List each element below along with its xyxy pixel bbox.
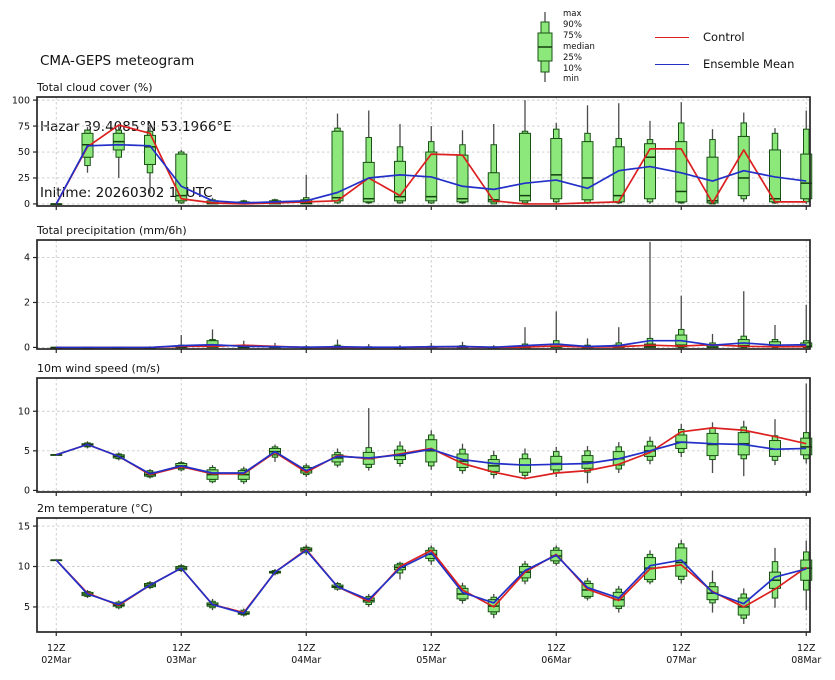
x-axis-labels: 12Z02Mar12Z03Mar12Z04Mar12Z05Mar12Z06Mar…	[41, 643, 821, 666]
x-tick-hour: 12Z	[297, 643, 316, 654]
box	[741, 455, 747, 459]
box	[741, 123, 747, 136]
box	[647, 140, 653, 144]
panel-precipitation: Total precipitation (mm/6h) 0 2 4	[24, 224, 812, 354]
x-tick-day: 06Mar	[541, 655, 571, 666]
x-tick-day: 05Mar	[416, 655, 446, 666]
y-tick-label: 25	[18, 173, 30, 184]
x-tick-day: 03Mar	[166, 655, 196, 666]
box	[710, 140, 716, 158]
y-tick-label: 75	[18, 121, 30, 132]
box	[554, 129, 560, 138]
y-tick-label: 15	[18, 521, 30, 532]
box	[679, 544, 685, 548]
box	[85, 157, 91, 165]
box	[804, 552, 810, 560]
box	[804, 433, 810, 439]
box	[147, 164, 153, 172]
box	[613, 147, 624, 202]
box	[804, 129, 810, 154]
box	[488, 173, 499, 202]
box	[741, 336, 747, 339]
x-tick-day: 04Mar	[291, 655, 321, 666]
y-tick-label: 5	[24, 446, 30, 457]
y-tick-label: 50	[18, 147, 30, 158]
box	[460, 145, 466, 155]
box	[616, 447, 622, 452]
box	[429, 435, 435, 440]
box	[116, 150, 122, 157]
y-tick-label: 4	[24, 253, 30, 264]
panel-temperature: 2m temperature (°C) 5 10 15	[18, 502, 812, 636]
box	[520, 133, 531, 200]
x-tick-hour: 12Z	[172, 643, 191, 654]
panel-border	[37, 240, 810, 349]
panel-title-cloud-cover: Total cloud cover (%)	[36, 81, 153, 94]
box	[741, 594, 747, 598]
y-tick-label: 5	[24, 602, 30, 613]
box	[616, 465, 622, 469]
box	[710, 456, 716, 460]
box	[804, 580, 810, 590]
panel-wind-speed: 10m wind speed (m/s) 0 5 10	[18, 362, 812, 497]
box	[772, 133, 778, 150]
box	[679, 448, 685, 452]
meteogram-panels: Total cloud cover (%)0255075100Total pre…	[0, 0, 835, 680]
box	[397, 147, 403, 162]
x-tick-day: 08Mar	[791, 655, 821, 666]
box	[585, 451, 591, 456]
box	[366, 448, 372, 453]
box	[710, 583, 716, 587]
box	[679, 329, 685, 335]
x-tick-day: 02Mar	[41, 655, 71, 666]
box	[363, 162, 374, 201]
box	[554, 452, 560, 457]
x-tick-day: 07Mar	[666, 655, 696, 666]
box	[772, 456, 778, 460]
box	[460, 449, 466, 454]
x-tick-hour: 12Z	[47, 643, 66, 654]
box	[429, 142, 435, 152]
y-tick-label: 0	[24, 486, 30, 497]
box	[522, 454, 528, 459]
panel-title-temperature: 2m temperature (°C)	[37, 502, 153, 515]
box	[679, 123, 685, 142]
panel-cloud-cover: Total cloud cover (%) 0 25 50 75 100	[12, 81, 812, 210]
y-tick-label: 0	[24, 343, 30, 354]
box	[491, 456, 497, 460]
meteogram: CMA-GEPS meteogram Hazar 39.4085°N 53.19…	[0, 0, 835, 680]
box	[804, 455, 810, 459]
box	[738, 136, 749, 195]
box	[582, 142, 593, 200]
box	[616, 139, 622, 147]
panel-title-precipitation: Total precipitation (mm/6h)	[36, 224, 187, 237]
box	[491, 145, 497, 173]
y-tick-label: 10	[18, 406, 30, 417]
box	[585, 133, 591, 141]
y-tick-label: 100	[12, 95, 30, 106]
x-tick-hour: 12Z	[547, 643, 566, 654]
box	[176, 154, 187, 201]
box	[647, 456, 653, 460]
box	[397, 446, 403, 450]
box	[647, 441, 653, 446]
x-tick-hour: 12Z	[672, 643, 691, 654]
x-tick-hour: 12Z	[422, 643, 441, 654]
box	[551, 139, 562, 199]
box	[645, 144, 656, 199]
box	[397, 460, 403, 464]
x-tick-hour: 12Z	[797, 643, 816, 654]
box	[366, 137, 372, 162]
y-tick-label: 0	[24, 199, 30, 210]
box	[772, 562, 778, 573]
box	[429, 462, 435, 466]
panel-title-wind-speed: 10m wind speed (m/s)	[37, 362, 160, 375]
y-tick-label: 10	[18, 562, 30, 573]
y-tick-label: 2	[24, 298, 30, 309]
